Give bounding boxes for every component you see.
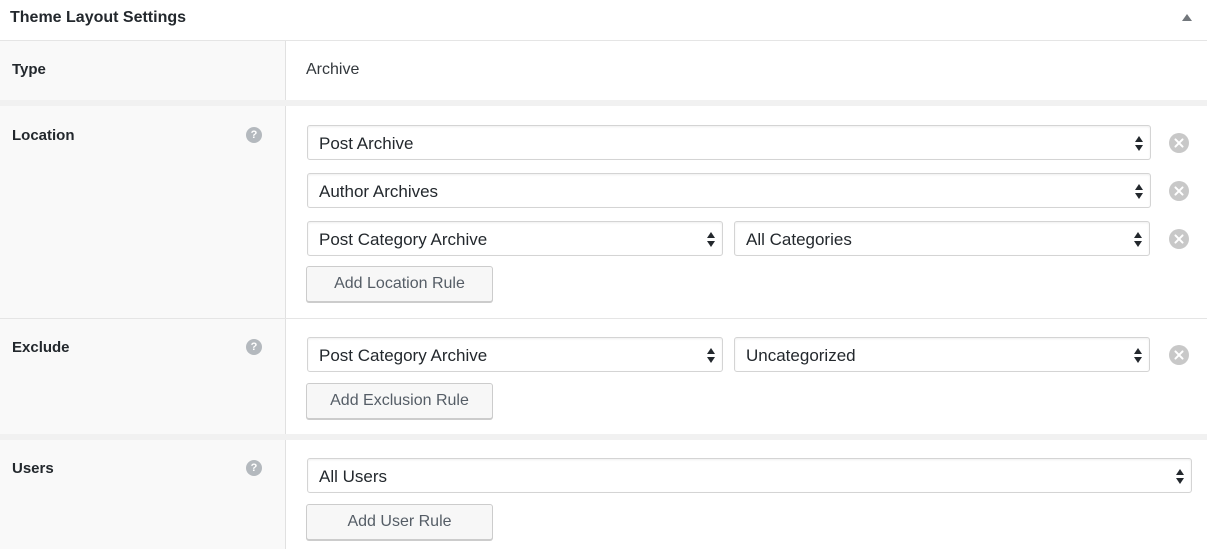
add-user-rule-button[interactable]: Add User Rule [306, 504, 493, 540]
location-rule-2-value: Author Archives [319, 182, 439, 201]
exclude-rule-1-type-value: Post Category Archive [319, 346, 488, 365]
exclude-label-cell: Exclude ? [0, 319, 286, 434]
type-content-cell: Archive [287, 41, 1207, 100]
select-arrows-icon [1135, 134, 1143, 152]
location-help-icon[interactable]: ? [246, 127, 262, 143]
type-value: Archive [306, 61, 360, 78]
remove-location-rule-3-icon[interactable] [1169, 229, 1189, 249]
exclude-rule-1-type-select[interactable]: Post Category Archive [307, 337, 723, 372]
type-label-cell: Type [0, 41, 286, 100]
users-label-cell: Users ? [0, 440, 286, 549]
exclude-content-cell: Post Category Archive Uncategorized Add … [287, 319, 1207, 434]
select-arrows-icon [707, 230, 715, 248]
location-row: Location ? Post Archive Author Archives … [0, 106, 1207, 318]
type-row: Type Archive [0, 41, 1207, 100]
type-label: Type [12, 61, 46, 78]
exclude-row: Exclude ? Post Category Archive Uncatego… [0, 319, 1207, 434]
panel-title: Theme Layout Settings [10, 9, 187, 26]
select-arrows-icon [1134, 230, 1142, 248]
add-location-rule-button[interactable]: Add Location Rule [306, 266, 493, 302]
location-rule-1-select[interactable]: Post Archive [307, 125, 1151, 160]
users-rule-1-value: All Users [319, 467, 388, 486]
collapse-arrow-icon[interactable] [1182, 14, 1192, 21]
users-content-cell: All Users Add User Rule [287, 440, 1207, 549]
remove-exclude-rule-1-icon[interactable] [1169, 345, 1189, 365]
users-row: Users ? All Users Add User Rule [0, 440, 1207, 549]
users-rule-1-select[interactable]: All Users [307, 458, 1192, 493]
select-arrows-icon [1134, 346, 1142, 364]
exclude-help-icon[interactable]: ? [246, 339, 262, 355]
exclude-rule-1-term-value: Uncategorized [746, 346, 856, 365]
location-rule-2-select[interactable]: Author Archives [307, 173, 1151, 208]
remove-location-rule-2-icon[interactable] [1169, 181, 1189, 201]
users-label: Users [12, 460, 54, 477]
location-content-cell: Post Archive Author Archives Post Catego… [287, 106, 1207, 318]
users-help-icon[interactable]: ? [246, 460, 262, 476]
exclude-rule-1-term-select[interactable]: Uncategorized [734, 337, 1150, 372]
select-arrows-icon [1176, 467, 1184, 485]
location-rule-3-term-value: All Categories [746, 230, 852, 249]
location-label-cell: Location ? [0, 106, 286, 318]
add-exclusion-rule-button[interactable]: Add Exclusion Rule [306, 383, 493, 419]
location-rule-1-value: Post Archive [319, 134, 414, 153]
location-rule-3-type-value: Post Category Archive [319, 230, 488, 249]
select-arrows-icon [1135, 182, 1143, 200]
panel-header: Theme Layout Settings [0, 0, 1207, 41]
location-rule-3-term-select[interactable]: All Categories [734, 221, 1150, 256]
exclude-label: Exclude [12, 339, 70, 356]
location-rule-3-type-select[interactable]: Post Category Archive [307, 221, 723, 256]
select-arrows-icon [707, 346, 715, 364]
remove-location-rule-1-icon[interactable] [1169, 133, 1189, 153]
location-label: Location [12, 127, 75, 144]
